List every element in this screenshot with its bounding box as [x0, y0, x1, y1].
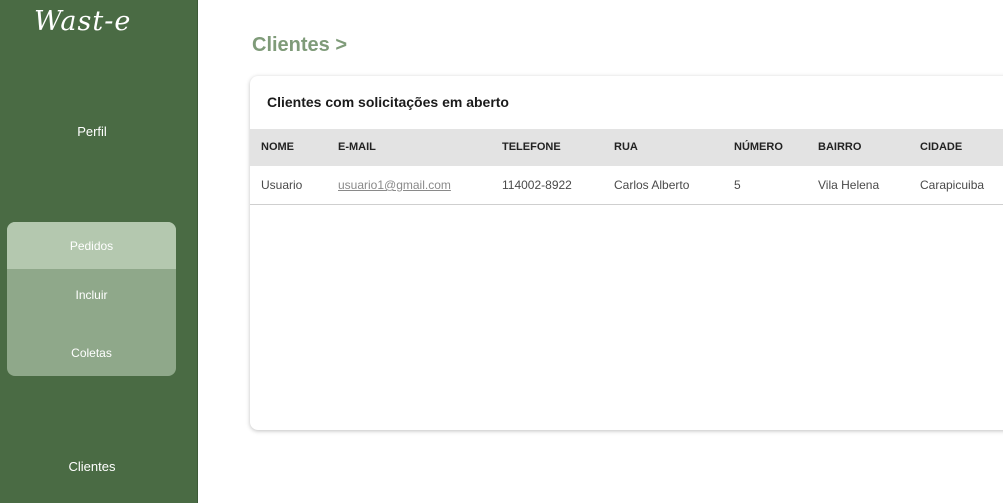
cell-bairro: Vila Helena [818, 178, 880, 192]
clients-card: Clientes com solicitações em aberto NOME… [250, 76, 1003, 430]
sidebar-item-coletas[interactable]: Coletas [7, 346, 176, 360]
column-header-bairro: BAIRRO [818, 141, 862, 153]
cell-telefone: 114002-8922 [502, 178, 572, 192]
column-header-cidade: CIDADE [920, 141, 963, 153]
column-header-rua: RUA [614, 141, 638, 153]
column-header-nome: NOME [261, 141, 294, 153]
cell-rua: Carlos Alberto [614, 178, 690, 192]
sidebar-item-pedidos[interactable]: Pedidos [7, 239, 176, 253]
sidebar: Wast-e Perfil Pedidos Incluir Coletas Cl… [0, 0, 198, 503]
cell-email-link[interactable]: usuario1@gmail.com [338, 166, 451, 204]
column-header-telefone: TELEFONE [502, 141, 561, 153]
table-row[interactable]: Usuario usuario1@gmail.com 114002-8922 C… [250, 166, 1003, 205]
cell-cidade: Carapicuiba [920, 178, 985, 192]
app-logo: Wast-e [34, 6, 132, 37]
column-header-email: E-MAIL [338, 141, 376, 153]
pedidos-submenu: Pedidos Incluir Coletas [7, 222, 176, 376]
sidebar-item-clientes[interactable]: Clientes [0, 459, 184, 474]
cell-nome: Usuario [261, 178, 303, 192]
table-header: NOME E-MAIL TELEFONE RUA NÚMERO BAIRRO C… [250, 129, 1003, 166]
card-title: Clientes com solicitações em aberto [267, 94, 509, 110]
column-header-numero: NÚMERO [734, 141, 783, 153]
sidebar-item-incluir[interactable]: Incluir [7, 288, 176, 302]
page-title: Clientes > [252, 34, 348, 56]
sidebar-item-perfil[interactable]: Perfil [0, 124, 184, 139]
cell-numero: 5 [734, 178, 741, 192]
